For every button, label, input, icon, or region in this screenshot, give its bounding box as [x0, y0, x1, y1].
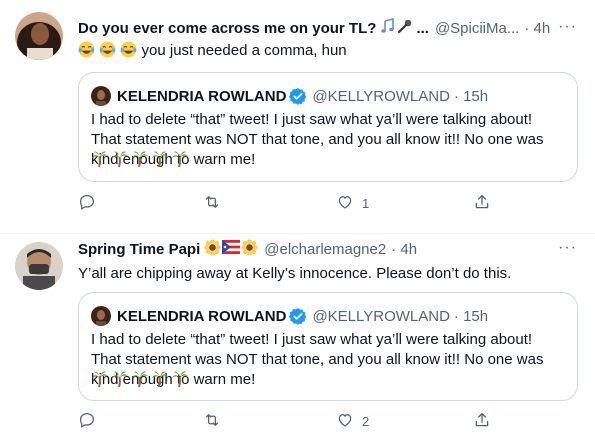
share-icon [473, 411, 491, 432]
palm-tree-icon [151, 150, 169, 173]
more-options-button[interactable]: ··· [558, 239, 577, 257]
quoted-tweet-header: KELENDRIA ROWLAND @KELLYROWLAND · 15h [91, 306, 488, 326]
palm-emoji-group [91, 370, 189, 393]
share-button[interactable] [473, 411, 499, 432]
reply-button[interactable] [78, 411, 104, 432]
tweet[interactable]: Spring Time Papi @elcharlemagne2 · 4h ··… [0, 234, 595, 448]
emoji-group [78, 41, 142, 59]
joy-icon [99, 41, 116, 64]
author-name[interactable]: Do you ever come across me on your TL? [78, 20, 376, 37]
name-emoji-group: ... [380, 17, 429, 38]
palm-tree-icon [171, 370, 189, 393]
like-button[interactable]: 2 [336, 411, 369, 432]
tweet-header: Do you ever come across me on your TL? .… [78, 17, 583, 38]
tweet-header: Spring Time Papi @elcharlemagne2 · 4h ··… [78, 238, 583, 260]
author-name[interactable]: Spring Time Papi [78, 241, 200, 258]
palm-tree-icon [111, 370, 129, 393]
heart-icon [336, 193, 354, 214]
joy-icon [120, 41, 137, 64]
more-options-button[interactable]: ··· [558, 18, 577, 36]
tweet-text: you just needed a comma, hun [78, 41, 579, 64]
joy-icon [78, 41, 95, 64]
quoted-tweet-header: KELENDRIA ROWLAND @KELLYROWLAND · 15h [91, 86, 488, 106]
share-icon [473, 193, 491, 214]
author-handle[interactable]: @elcharlemagne2 [264, 241, 386, 258]
verified-badge-icon [289, 307, 307, 325]
palm-tree-icon [151, 370, 169, 393]
retweet-icon [203, 411, 221, 432]
palm-tree-icon [91, 150, 109, 173]
tweet-actions: 1 [78, 193, 518, 213]
avatar-image-icon [15, 12, 63, 60]
share-button[interactable] [473, 193, 499, 214]
like-count: 1 [362, 195, 370, 211]
tweet-text: Y’all are chipping away at Kelly’s innoc… [78, 265, 512, 282]
reply-icon [78, 411, 96, 432]
palm-tree-icon [91, 370, 109, 393]
tweet[interactable]: Do you ever come across me on your TL? .… [0, 0, 595, 233]
avatar[interactable] [15, 12, 63, 60]
retweet-button[interactable] [203, 411, 229, 432]
like-count: 2 [362, 413, 370, 429]
quoted-avatar [91, 306, 111, 326]
microphone-icon [397, 18, 413, 38]
musical-notes-icon [380, 17, 396, 38]
verified-badge-icon [289, 87, 307, 105]
retweet-icon [203, 193, 221, 214]
author-handle[interactable]: @SpiciiMa... [435, 20, 519, 37]
palm-tree-icon [131, 150, 149, 173]
quoted-tweet-time: · 15h [453, 307, 489, 325]
quoted-author-handle: @KELLYROWLAND [312, 87, 450, 105]
avatar[interactable] [15, 242, 63, 290]
reply-button[interactable] [78, 193, 104, 214]
name-emoji-group [204, 238, 258, 260]
sunflower-icon [204, 238, 221, 260]
like-button[interactable]: 1 [336, 193, 369, 214]
tweet-actions: 2 [78, 411, 518, 431]
quoted-avatar [91, 86, 111, 106]
quoted-tweet[interactable]: KELENDRIA ROWLAND @KELLYROWLAND · 15h I … [78, 292, 578, 401]
tweet-text-content: you just needed a comma, hun [141, 42, 347, 59]
tweet-time[interactable]: · 4h [524, 20, 550, 37]
avatar-image-icon [15, 242, 63, 290]
palm-tree-icon [131, 370, 149, 393]
tweet-time[interactable]: · 4h [391, 241, 417, 258]
quoted-author-name: KELENDRIA ROWLAND [117, 307, 287, 325]
name-ellipsis: ... [416, 19, 429, 37]
palm-emoji-group [91, 150, 189, 173]
palm-tree-icon [171, 150, 189, 173]
reply-icon [78, 193, 96, 214]
quoted-tweet[interactable]: KELENDRIA ROWLAND @KELLYROWLAND · 15h I … [78, 72, 578, 182]
heart-icon [336, 411, 354, 432]
quoted-author-handle: @KELLYROWLAND [312, 307, 450, 325]
quoted-tweet-time: · 15h [453, 87, 489, 105]
retweet-button[interactable] [203, 193, 229, 214]
sunflower-icon [241, 238, 258, 260]
palm-tree-icon [111, 150, 129, 173]
quoted-author-name: KELENDRIA ROWLAND [117, 87, 287, 105]
puerto-rico-flag-icon [222, 240, 241, 258]
